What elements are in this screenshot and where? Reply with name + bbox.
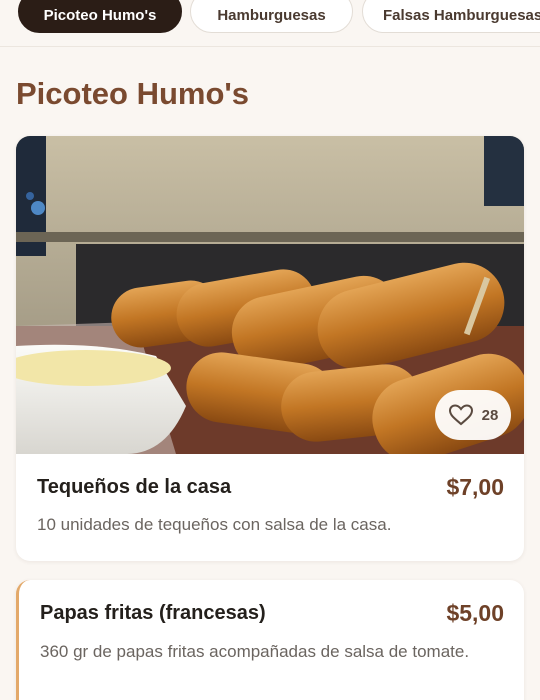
product-card-papas-fritas[interactable]: Papas fritas (francesas) $5,00 360 gr de… [16,580,524,700]
product-card-tequenos[interactable]: 28 Tequeños de la casa $7,00 10 unidades… [16,136,524,561]
product-description: 360 gr de papas fritas acompañadas de sa… [40,642,470,661]
product-name: Tequeños de la casa [37,476,232,498]
product-price: $7,00 [446,474,504,500]
tab-falsas-hamburguesas[interactable]: Falsas Hamburguesas [362,0,540,33]
category-tabs: Picoteo Humo's Hamburguesas Falsas Hambu… [0,0,540,47]
like-button[interactable]: 28 [435,390,511,440]
tab-picoteo-humos[interactable]: Picoteo Humo's [18,0,182,33]
product-name: Papas fritas (francesas) [40,602,266,624]
like-count: 28 [481,406,499,424]
heart-icon [448,404,473,426]
product-description: 10 unidades de tequeños con salsa de la … [37,515,392,534]
section-title: Picoteo Humo's [16,76,250,111]
tab-hamburguesas[interactable]: Hamburguesas [190,0,353,33]
menu-page: Picoteo Humo's Hamburguesas Falsas Hambu… [0,0,540,700]
product-price: $5,00 [446,600,504,626]
